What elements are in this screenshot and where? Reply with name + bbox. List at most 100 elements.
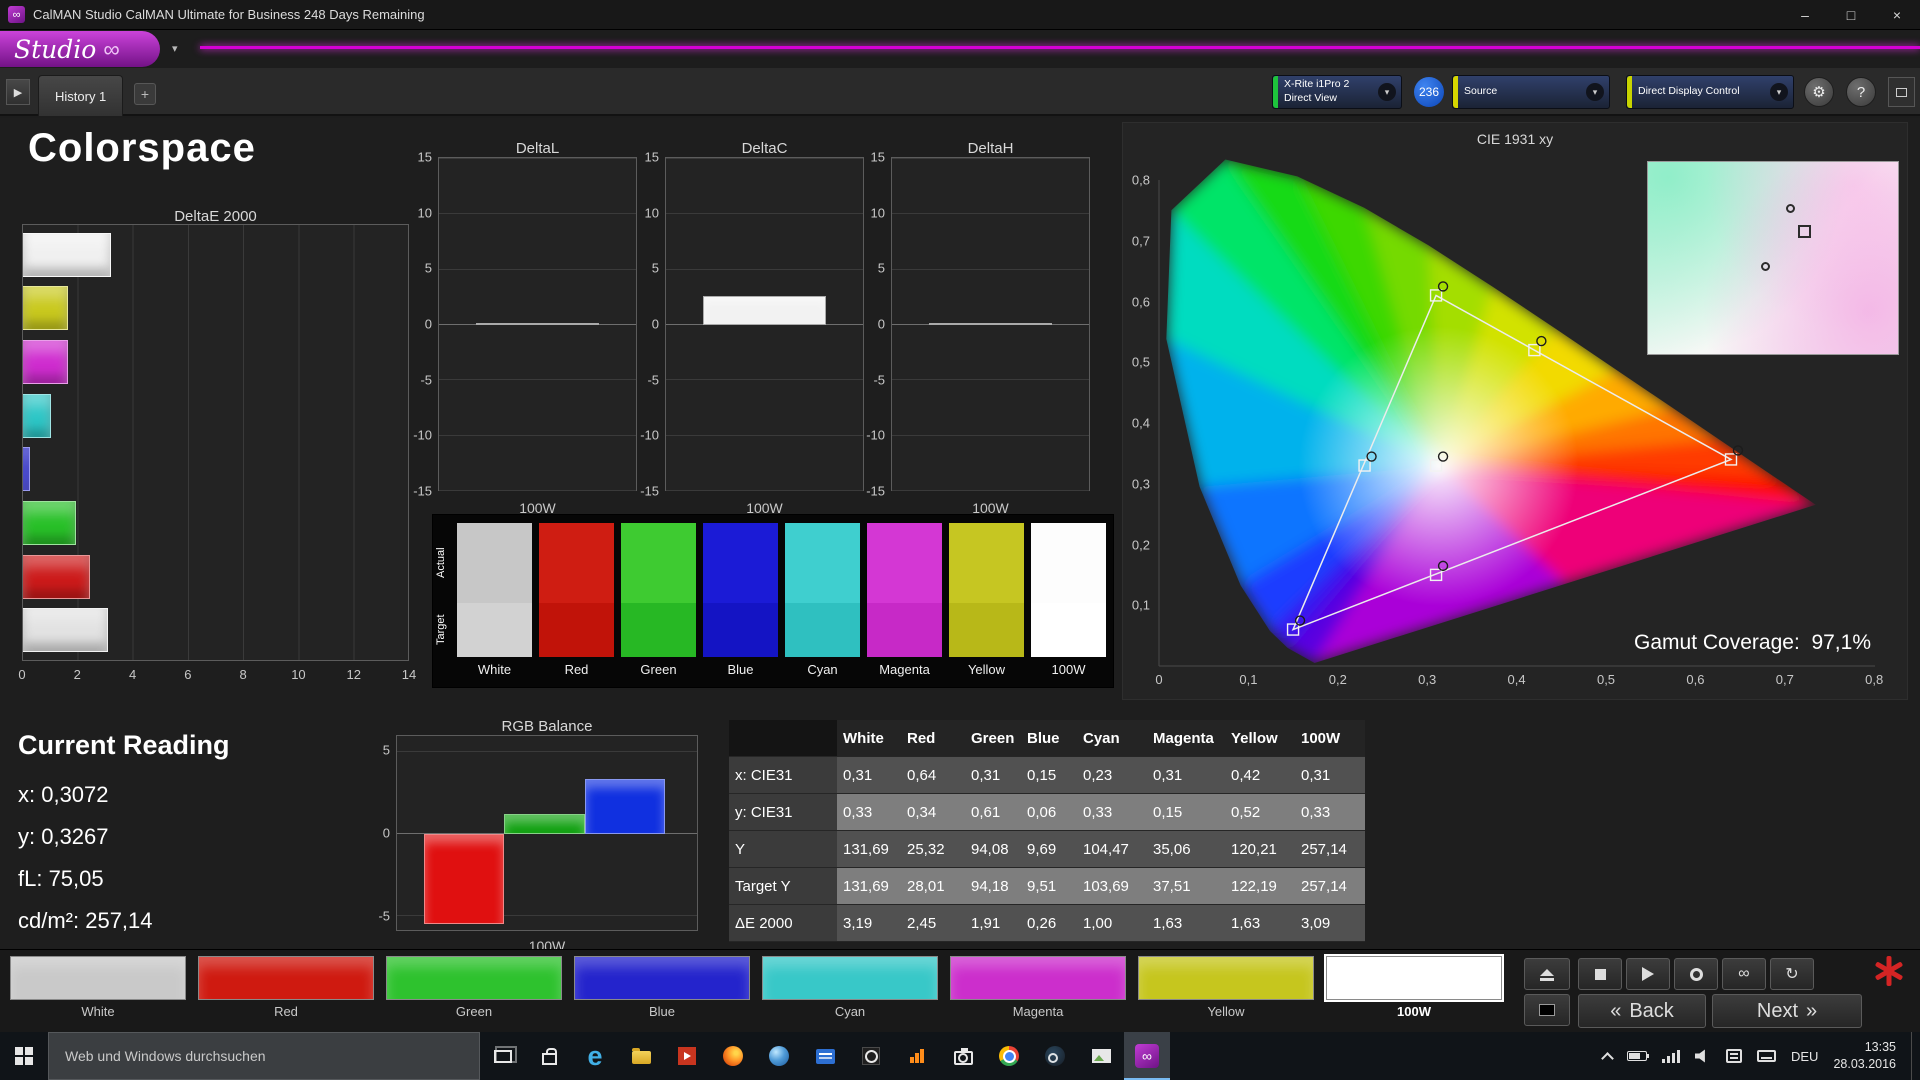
table-header-cell: Red <box>901 720 965 757</box>
source-dropdown[interactable]: Source ▾ <box>1452 75 1610 109</box>
taskbar-apps: e ∞ <box>526 1032 1170 1080</box>
battery-icon[interactable] <box>1626 1051 1649 1061</box>
cie-ytick: 0,5 <box>1131 354 1150 370</box>
taskbar-icon-store[interactable] <box>526 1032 572 1080</box>
table-header-cell: White <box>837 720 901 757</box>
taskbar-icon-edge[interactable]: e <box>572 1032 618 1080</box>
patch-button-swatch <box>574 956 750 1000</box>
patch-button-yellow[interactable]: Yellow <box>1138 956 1314 1019</box>
stop-icon <box>1594 968 1606 980</box>
patch-button-swatch <box>1324 954 1504 1002</box>
taskbar-icon-steam[interactable] <box>1032 1032 1078 1080</box>
studio-logo[interactable]: Studio ∞ <box>0 31 160 67</box>
logo-menu-caret-icon[interactable]: ▾ <box>172 42 178 55</box>
y-tick: -15 <box>866 483 885 499</box>
taskbar-icon-camera[interactable] <box>940 1032 986 1080</box>
target-row-label: Target <box>435 614 447 646</box>
session-asterisk-icon[interactable] <box>1874 956 1904 986</box>
deltae-xtick: 8 <box>239 667 247 682</box>
volume-icon[interactable] <box>1694 1049 1711 1063</box>
globe-icon <box>769 1046 789 1066</box>
cie-xtick: 0,2 <box>1328 672 1347 687</box>
table-cell: 0,31 <box>965 757 1021 794</box>
patch-button-green[interactable]: Green <box>386 956 562 1019</box>
taskbar-icon-steps[interactable] <box>894 1032 940 1080</box>
taskbar-icon-firefox[interactable] <box>710 1032 756 1080</box>
patch-button-blue[interactable]: Blue <box>574 956 750 1019</box>
chevron-down-icon[interactable]: ▾ <box>1586 83 1604 101</box>
patch-column-red: Red <box>539 523 614 677</box>
deltae-bar-blue <box>23 447 31 492</box>
eject-button[interactable] <box>1524 958 1570 990</box>
taskbar-icon-explorer[interactable] <box>618 1032 664 1080</box>
eject-icon <box>1540 968 1554 981</box>
language-indicator[interactable]: DEU <box>1791 1049 1818 1064</box>
taskbar-icon-clock-app[interactable] <box>848 1032 894 1080</box>
table-cell: 0,31 <box>1295 757 1365 794</box>
taskbar-icon-chrome[interactable] <box>986 1032 1032 1080</box>
patch-button-100w[interactable]: 100W <box>1324 954 1504 1019</box>
blackout-button[interactable] <box>1524 994 1570 1026</box>
tab-history-1[interactable]: History 1 <box>38 75 124 116</box>
table-cell: 3,19 <box>837 905 901 942</box>
y-tick: 5 <box>424 260 432 276</box>
y-tick: 0 <box>877 316 885 332</box>
rgb-yticks: 5 0 -5 <box>356 735 390 931</box>
chevron-down-icon[interactable]: ▾ <box>1378 83 1396 101</box>
task-view-icon <box>494 1045 517 1063</box>
minimize-button[interactable]: – <box>1782 0 1828 30</box>
play-button[interactable] <box>1626 958 1670 990</box>
taskbar-icon-photos[interactable] <box>1078 1032 1124 1080</box>
refresh-button[interactable]: ↻ <box>1770 958 1814 990</box>
maximize-button[interactable]: □ <box>1828 0 1874 30</box>
taskbar-icon-globe-app[interactable] <box>756 1032 802 1080</box>
delta-l-title: DeltaL <box>515 140 560 157</box>
patch-button-red[interactable]: Red <box>198 956 374 1019</box>
next-button[interactable]: Next » <box>1712 994 1862 1028</box>
deltae-xtick: 4 <box>128 667 137 682</box>
stop-button[interactable] <box>1578 958 1622 990</box>
table-cell: 0,06 <box>1021 794 1077 831</box>
record-button[interactable] <box>1674 958 1718 990</box>
add-tab-button[interactable]: + <box>134 83 156 105</box>
meter-dropdown[interactable]: X-Rite i1Pro 2 Direct View ▾ <box>1272 75 1402 109</box>
continuous-read-button[interactable]: ∞ <box>1722 958 1766 990</box>
start-button[interactable] <box>0 1032 48 1080</box>
taskbar-search-input[interactable]: Web und Windows durchsuchen <box>48 1032 480 1080</box>
keyboard-icon[interactable] <box>1756 1050 1776 1062</box>
table-row: ΔE 2000 3,19 2,45 1,91 0,26 1,00 1,63 1,63 3,09 <box>729 905 1369 942</box>
patch-button-white[interactable]: White <box>10 956 186 1019</box>
taskbar-clock[interactable]: 13:35 28.03.2016 <box>1833 1039 1896 1073</box>
patch-column-white: White <box>457 523 532 677</box>
patch-button-label: Red <box>274 1004 298 1019</box>
close-button[interactable]: × <box>1874 0 1920 30</box>
help-icon[interactable]: ? <box>1846 77 1876 107</box>
clock-app-icon <box>862 1047 880 1065</box>
steam-icon <box>1045 1046 1065 1066</box>
deltae-row-blue <box>23 443 408 497</box>
back-button[interactable]: « Back <box>1578 994 1706 1028</box>
show-desktop-button[interactable] <box>1911 1032 1918 1080</box>
action-center-icon[interactable] <box>1725 1049 1742 1063</box>
patch-label: 100W <box>1051 662 1086 677</box>
meter-dropdown-text: X-Rite i1Pro 2 Direct View <box>1278 78 1378 105</box>
workspace-layout-button[interactable] <box>1888 77 1915 107</box>
taskbar-icon-mail[interactable] <box>802 1032 848 1080</box>
settings-gear-icon[interactable]: ⚙ <box>1804 77 1834 107</box>
tray-expand-chevron-icon[interactable] <box>1601 1050 1614 1065</box>
taskbar-icon-calman[interactable]: ∞ <box>1124 1032 1170 1080</box>
meter-count-badge[interactable]: 236 <box>1414 77 1444 107</box>
table-cell: 103,69 <box>1077 868 1147 905</box>
inset-measured-marker <box>1785 204 1795 214</box>
display-control-dropdown[interactable]: Direct Display Control ▾ <box>1626 75 1794 109</box>
patch-button-cyan[interactable]: Cyan <box>762 956 938 1019</box>
delta-l-plot <box>438 157 637 491</box>
table-cell: 131,69 <box>837 831 901 868</box>
task-view-button[interactable] <box>480 1032 526 1080</box>
patch-button-magenta[interactable]: Magenta <box>950 956 1126 1019</box>
network-signal-icon[interactable] <box>1661 1049 1680 1063</box>
chevron-down-icon[interactable]: ▾ <box>1770 83 1788 101</box>
expand-panel-button[interactable]: ▶ <box>6 79 30 105</box>
taskbar-icon-media[interactable] <box>664 1032 710 1080</box>
steps-chart-icon <box>910 1049 924 1063</box>
